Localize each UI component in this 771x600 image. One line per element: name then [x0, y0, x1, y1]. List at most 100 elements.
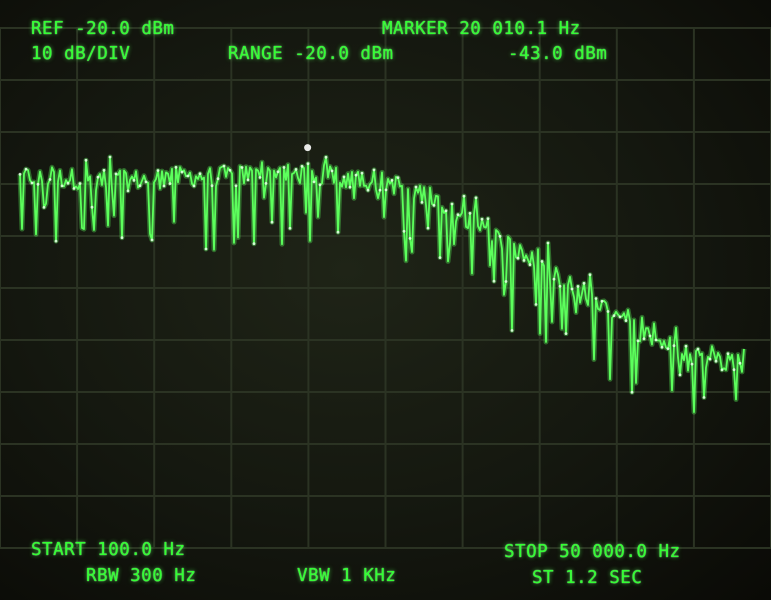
trace-sample-dot: [648, 334, 652, 338]
trace-sample-dot: [576, 285, 580, 288]
trace-sample-dot: [732, 368, 736, 372]
trace-sample-dot: [522, 259, 526, 262]
trace-sample-dot: [300, 164, 304, 168]
vbw-readout: VBW 1 KHz: [297, 566, 397, 586]
trace-sample-dot: [348, 185, 352, 189]
trace-sample-dot: [486, 217, 490, 221]
trace-sample-dot: [414, 185, 418, 189]
trace-sample-dot: [234, 184, 238, 188]
trace-sample-dot: [654, 338, 658, 342]
trace-sample-dot: [534, 303, 538, 306]
trace-sample-dot: [456, 213, 460, 217]
trace-sample-dot: [60, 184, 64, 188]
trace-sample-dot: [336, 230, 340, 234]
trace-sample-dot: [504, 280, 508, 283]
trace-sample-dot: [42, 206, 46, 209]
sweep-time-readout: ST 1.2 SEC: [532, 568, 643, 588]
trace-sample-dot: [432, 204, 436, 207]
trace-sample-dot: [156, 169, 160, 172]
trace-sample-dot: [312, 180, 316, 184]
trace-sample-dot: [606, 310, 610, 313]
trace-sample-dot: [282, 166, 286, 169]
trace-sample-dot: [564, 332, 568, 335]
trace-sample-dot: [126, 189, 130, 193]
trace-sample-dot: [162, 184, 166, 188]
trace-sample-dot: [216, 177, 220, 181]
trace-sample-dot: [738, 361, 742, 365]
trace-sample-dot: [258, 176, 262, 179]
marker-level-readout: -43.0 dBm: [508, 44, 608, 64]
trace-sample-dot: [132, 179, 136, 182]
trace-sample-dot: [90, 205, 94, 209]
trace-sample-dot: [558, 284, 562, 288]
trace-sample-dot: [372, 168, 376, 172]
trace-sample-dot: [78, 182, 82, 185]
trace-sample-dot: [444, 209, 448, 213]
trace-sample-dot: [246, 178, 250, 182]
trace-sample-dot: [186, 174, 190, 178]
trace-sample-dot: [96, 175, 100, 179]
trace-sample-dot: [324, 155, 328, 159]
trace-sample-dot: [114, 172, 118, 176]
trace-sample-dot: [228, 168, 232, 172]
trace-sample-dot: [438, 256, 442, 259]
trace-sample-dot: [594, 297, 598, 300]
trace-sample-dot: [630, 390, 634, 394]
rbw-readout: RBW 300 Hz: [86, 566, 197, 586]
trace-sample-dot: [528, 263, 532, 267]
trace-sample-dot: [600, 299, 604, 303]
trace-sample-dot: [480, 217, 484, 221]
range-readout: RANGE -20.0 dBm: [228, 44, 394, 64]
trace-sample-dot: [24, 167, 28, 171]
trace-sample-dot: [546, 241, 550, 245]
trace-sample-dot: [240, 166, 244, 169]
spectrum-trace-layer: [17, 144, 747, 415]
trace-sample-dot: [624, 319, 628, 322]
trace-sample-dot: [516, 256, 520, 260]
trace-sample-dot: [492, 279, 496, 283]
trace-sample-dot: [54, 239, 58, 243]
trace-sample-dot: [108, 155, 112, 159]
ref-level-readout: REF -20.0 dBm: [31, 19, 175, 39]
trace-sample-dot: [318, 183, 322, 187]
trace-sample-dot: [426, 226, 430, 230]
trace-sample-dot: [168, 182, 172, 186]
trace-sample-dot: [612, 314, 616, 317]
trace-sample-dot: [462, 194, 466, 198]
trace-sample-dot: [342, 175, 346, 179]
trace-sample-dot: [588, 273, 592, 277]
trace-sample-dot: [702, 396, 706, 399]
trace-sample-dot: [672, 344, 676, 348]
analyzer-screen: REF -20.0 dBm 10 dB/DIV RANGE -20.0 dBm …: [0, 0, 771, 600]
trace-sample-dot: [84, 158, 88, 162]
trace-sample-dot: [330, 169, 334, 173]
trace-sample-dot: [150, 238, 154, 242]
trace-sample-dot: [666, 347, 670, 351]
trace-sample-dot: [294, 168, 298, 171]
trace-sample-dot: [144, 180, 148, 184]
scale-readout: 10 dB/DIV: [31, 44, 131, 64]
trace-sample-dot: [354, 173, 358, 177]
trace-sample-dot: [288, 226, 292, 230]
start-frequency-readout: START 100.0 Hz: [31, 540, 186, 560]
trace-sample-dot: [696, 347, 700, 351]
trace-sample-dot: [570, 287, 574, 291]
trace-sample-dot: [174, 165, 178, 169]
trace-sample-dot: [636, 339, 640, 343]
trace-sample-dot: [276, 170, 280, 174]
trace-sample-dot: [72, 187, 76, 190]
marker-point: [304, 144, 312, 152]
trace-sample-dot: [582, 281, 586, 285]
trace-sample-dot: [678, 373, 682, 377]
trace-sample-dot: [18, 172, 22, 176]
trace-sample-dot: [48, 178, 52, 181]
trace-sample-dot: [714, 359, 718, 363]
trace-sample-dot: [378, 188, 382, 192]
trace-sample-dot: [510, 329, 514, 332]
trace-sample-dot: [198, 172, 202, 176]
trace-sample-dot: [204, 247, 208, 251]
trace-sample-dot: [420, 201, 424, 204]
trace-sample-dot: [36, 182, 40, 186]
trace-sample-dot: [252, 242, 256, 246]
trace-sample-dot: [210, 184, 214, 188]
